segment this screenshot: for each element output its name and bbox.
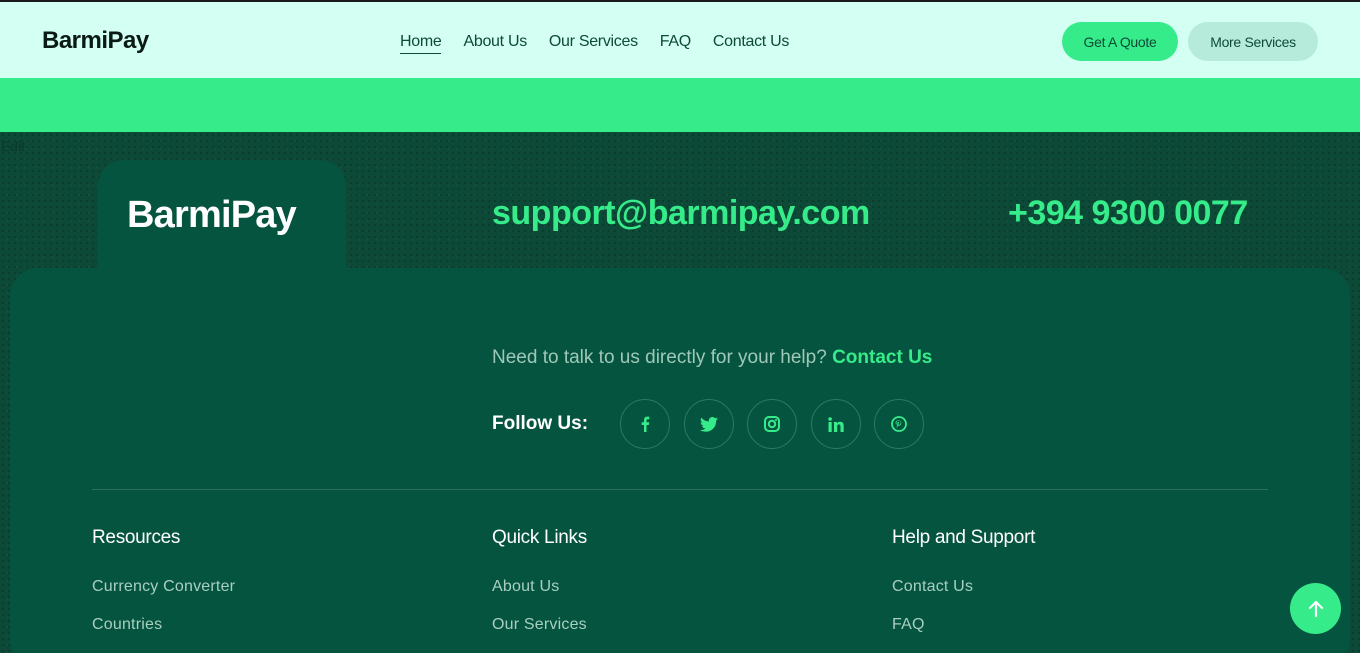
nav-faq[interactable]: FAQ xyxy=(660,33,691,54)
follow-us-label: Follow Us: xyxy=(492,413,589,434)
link-contact-us[interactable]: Contact Us xyxy=(892,578,973,596)
quick-links-heading: Quick Links xyxy=(492,527,587,548)
more-services-button[interactable]: More Services xyxy=(1188,22,1318,61)
social-links xyxy=(620,399,938,449)
resources-heading: Resources xyxy=(92,527,181,548)
scroll-to-top-button[interactable] xyxy=(1290,583,1341,634)
get-a-quote-button[interactable]: Get A Quote xyxy=(1062,22,1178,61)
instagram-icon[interactable] xyxy=(747,399,797,449)
nav-contact-us[interactable]: Contact Us xyxy=(713,33,789,54)
twitter-icon[interactable] xyxy=(683,399,734,449)
nav-our-services[interactable]: Our Services xyxy=(549,33,638,54)
support-email-link[interactable]: support@barmipay.com xyxy=(492,194,870,233)
facebook-icon[interactable] xyxy=(620,399,670,449)
footer-divider xyxy=(92,489,1268,490)
nav-about-us[interactable]: About Us xyxy=(463,33,527,54)
logo[interactable]: BarmiPay xyxy=(42,27,149,55)
green-banner xyxy=(0,78,1360,132)
help-support-heading: Help and Support xyxy=(892,527,1036,548)
link-faq[interactable]: FAQ xyxy=(892,616,925,634)
pinterest-icon[interactable] xyxy=(874,399,924,449)
site-header: BarmiPay Home About Us Our Services FAQ … xyxy=(0,0,1360,78)
help-line: Need to talk to us directly for your hel… xyxy=(492,347,932,369)
link-currency-converter[interactable]: Currency Converter xyxy=(92,578,235,596)
edit-label[interactable]: Edit xyxy=(1,138,25,154)
support-phone-link[interactable]: +394 9300 0077 xyxy=(1008,194,1248,233)
help-text: Need to talk to us directly for your hel… xyxy=(492,347,827,368)
main-nav: Home About Us Our Services FAQ Contact U… xyxy=(400,33,811,54)
linkedin-icon[interactable] xyxy=(810,399,861,449)
arrow-up-icon xyxy=(1308,600,1323,617)
footer-logo[interactable]: BarmiPay xyxy=(127,194,297,237)
help-contact-link[interactable]: Contact Us xyxy=(832,347,932,368)
link-countries[interactable]: Countries xyxy=(92,616,162,634)
nav-home[interactable]: Home xyxy=(400,33,442,54)
link-our-services[interactable]: Our Services xyxy=(492,616,587,634)
link-about-us[interactable]: About Us xyxy=(492,578,559,596)
